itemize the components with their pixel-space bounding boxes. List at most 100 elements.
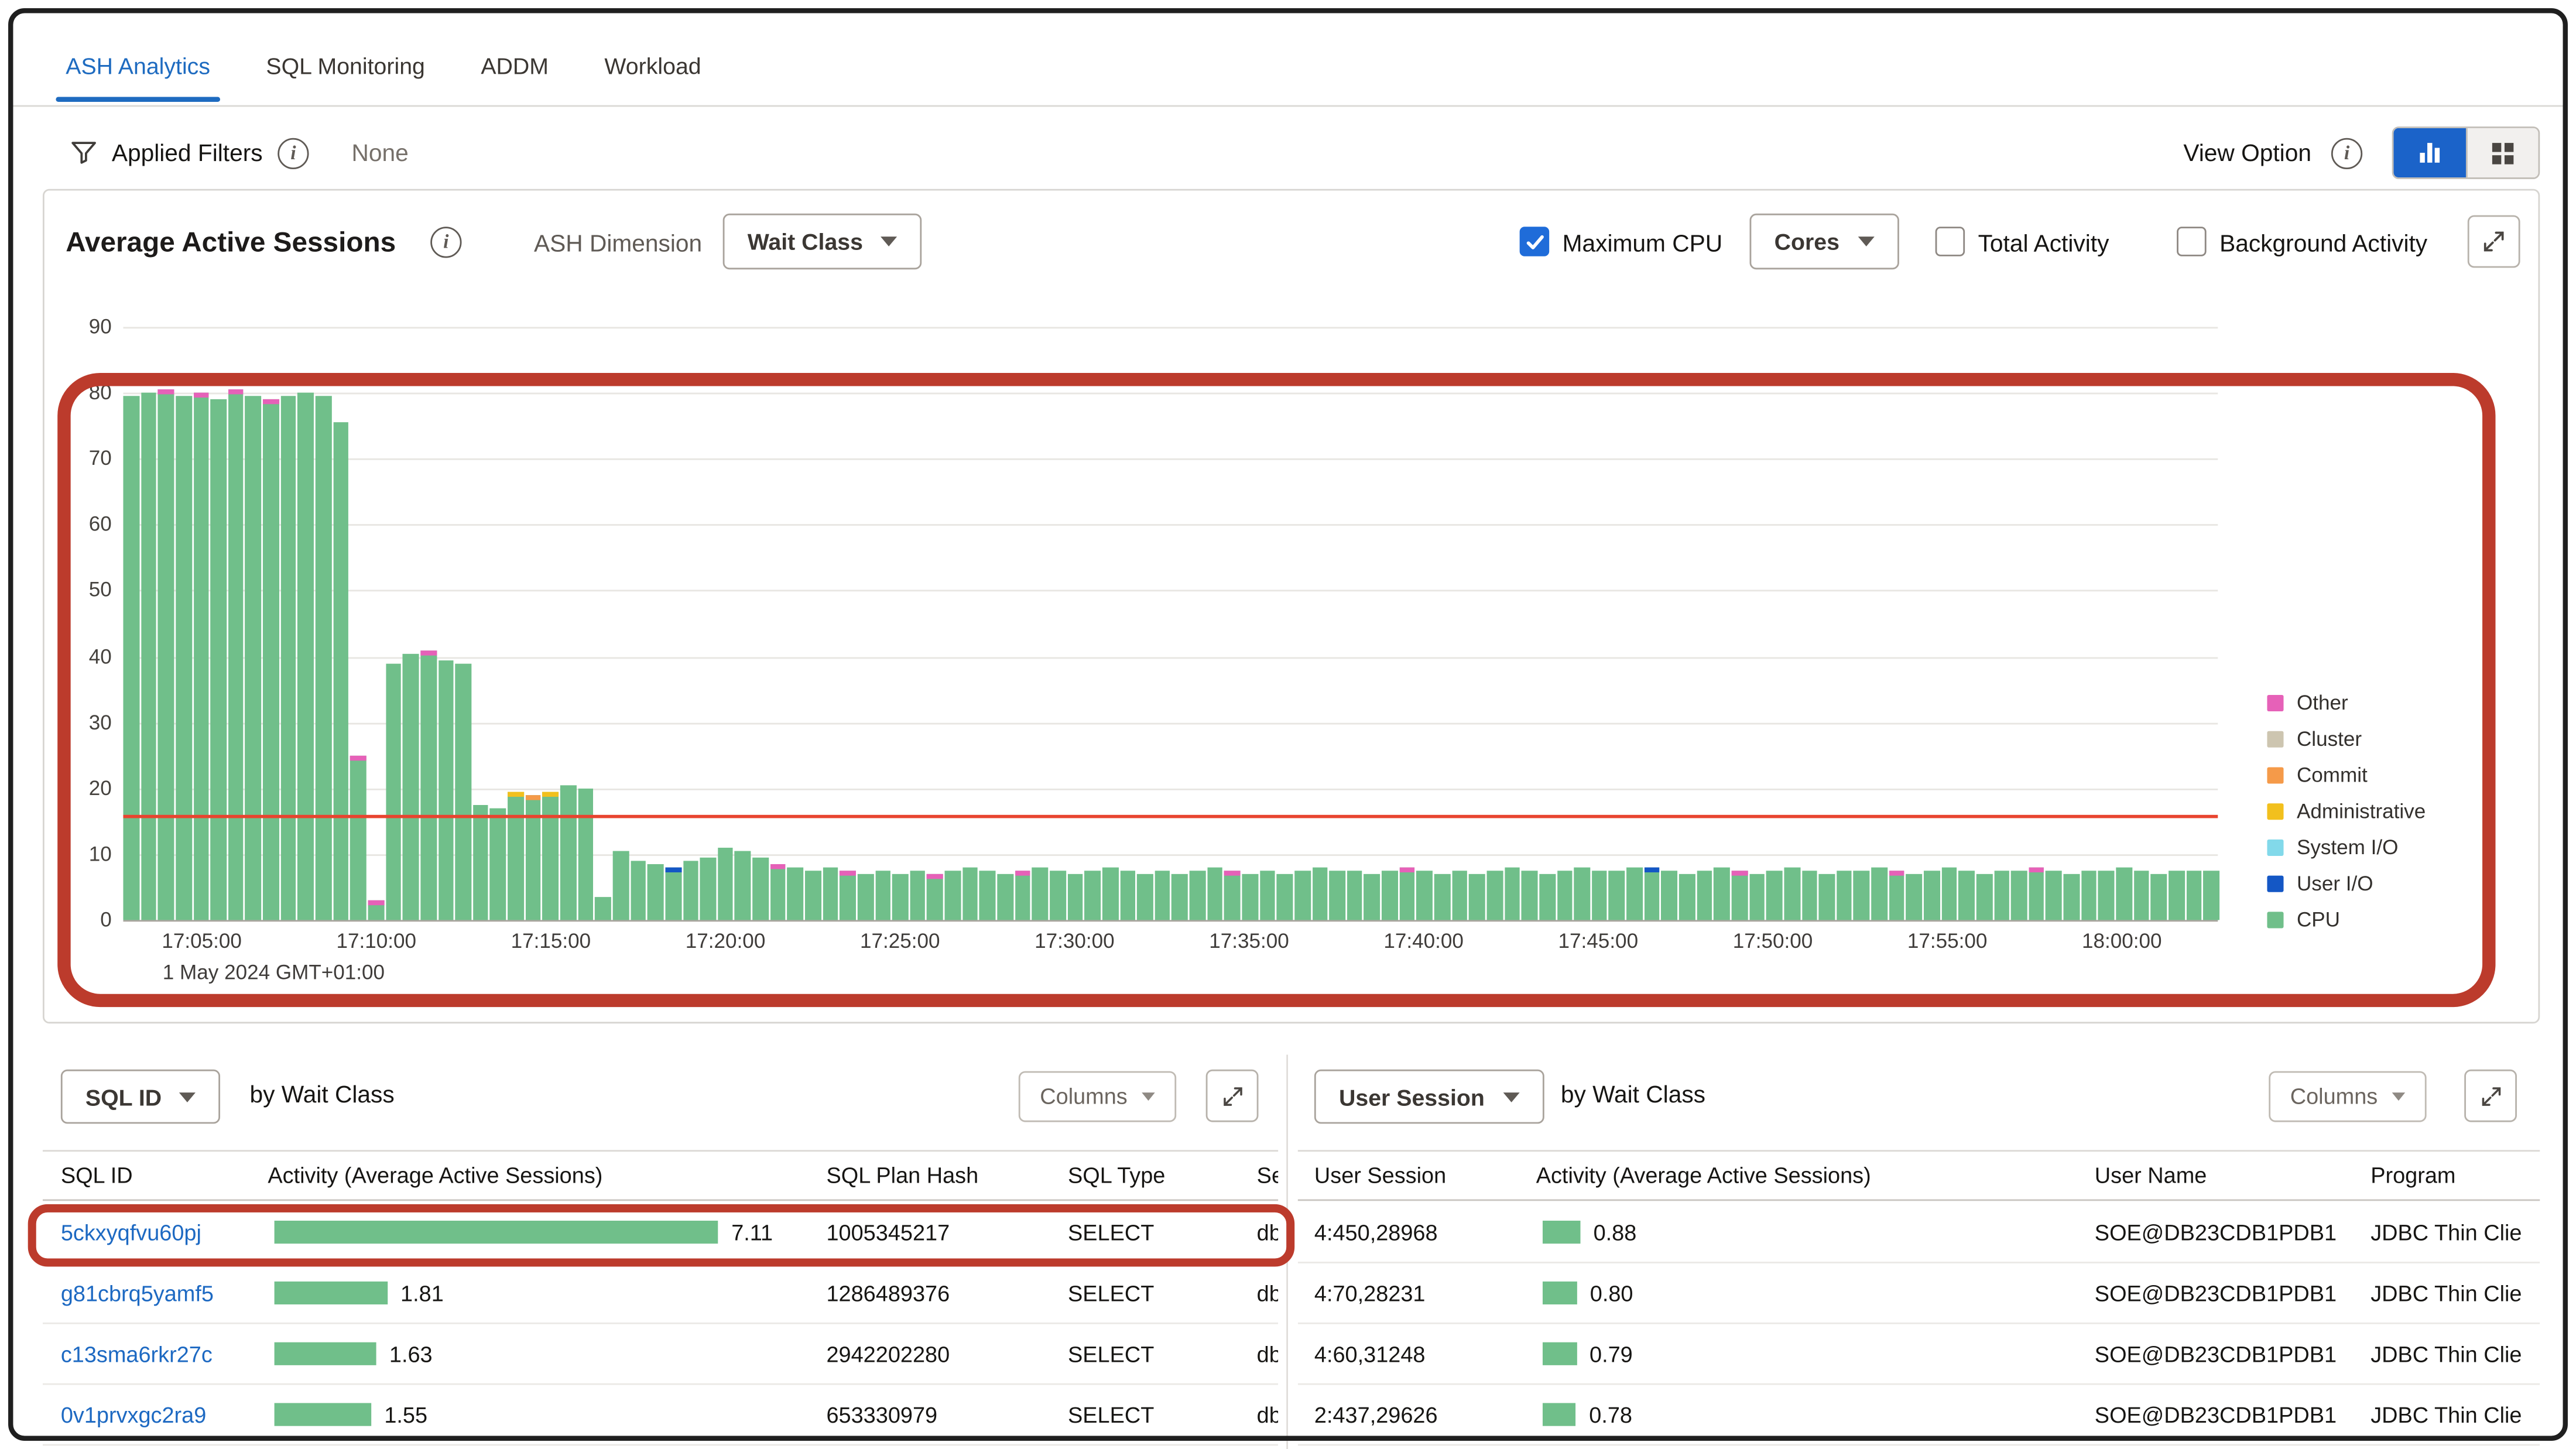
chart-bar[interactable] [665, 867, 681, 920]
chart-bar[interactable] [2099, 871, 2115, 920]
chart-bar[interactable] [752, 858, 768, 920]
chart-bar[interactable] [1032, 867, 1048, 920]
chart-bar[interactable] [683, 861, 698, 920]
chart-bar[interactable] [823, 867, 838, 920]
sql-id-link[interactable]: c13sma6rkr27c [61, 1341, 213, 1366]
chart-bar[interactable] [1294, 871, 1310, 920]
chart-bar[interactable] [1679, 874, 1695, 920]
chart-bar[interactable] [2064, 874, 2080, 920]
chart-bar[interactable] [2186, 871, 2202, 920]
chart-bar[interactable] [368, 900, 383, 920]
chart-bar[interactable] [1050, 871, 1066, 920]
chart-bar[interactable] [1067, 874, 1083, 920]
chart-bar[interactable] [1382, 871, 1397, 920]
chart-bar[interactable] [1959, 871, 1975, 920]
chart-bar[interactable] [1364, 874, 1380, 920]
ash-dimension-dropdown[interactable]: Wait Class [723, 214, 922, 269]
chart-bar[interactable] [1417, 871, 1433, 920]
chart-bar[interactable] [245, 396, 261, 920]
chart-bar[interactable] [280, 396, 296, 920]
background-activity-checkbox[interactable] [2177, 227, 2207, 256]
chart-bar[interactable] [158, 389, 174, 920]
chart-bar[interactable] [718, 848, 734, 920]
chart-bar[interactable] [298, 393, 314, 920]
chart-bar[interactable] [595, 897, 611, 920]
chart-bar[interactable] [2116, 867, 2132, 920]
chart-bar[interactable] [578, 788, 594, 920]
chart-bar[interactable] [455, 663, 471, 920]
chart-bar[interactable] [508, 792, 523, 920]
chart-bar[interactable] [1854, 871, 1869, 920]
cores-dropdown[interactable]: Cores [1750, 214, 1899, 269]
chart-bar[interactable] [1993, 871, 2009, 920]
chart-bar[interactable] [1557, 871, 1573, 920]
total-activity-checkbox[interactable] [1936, 227, 1965, 256]
chart-bar[interactable] [840, 871, 856, 920]
chart-bar[interactable] [211, 399, 227, 920]
chart-bar[interactable] [875, 871, 890, 920]
chart-bar[interactable] [1522, 871, 1537, 920]
tab-sql-monitoring[interactable]: SQL Monitoring [266, 49, 424, 102]
applied-filters-info-icon[interactable]: i [278, 138, 309, 169]
chart-bar[interactable] [1277, 874, 1293, 920]
chart-bar[interactable] [1119, 871, 1135, 920]
chart-bar[interactable] [263, 399, 279, 920]
chart-bar[interactable] [1644, 867, 1660, 920]
session-table-expand-button[interactable] [2464, 1070, 2517, 1122]
chart-bar[interactable] [1399, 867, 1415, 920]
maximum-cpu-checkbox[interactable] [1520, 227, 1550, 256]
chart-bar[interactable] [1539, 874, 1555, 920]
chart-bar[interactable] [1766, 871, 1782, 920]
chart-bar[interactable] [892, 874, 908, 920]
chart-bar[interactable] [525, 795, 541, 920]
chart-bar[interactable] [2011, 871, 2027, 920]
chart-bar[interactable] [193, 393, 209, 920]
chart-bar[interactable] [1259, 871, 1275, 920]
chart-bar[interactable] [1697, 871, 1712, 920]
chart-bar[interactable] [1801, 871, 1817, 920]
chart-bar[interactable] [1609, 871, 1625, 920]
chart-bar[interactable] [2046, 871, 2062, 920]
chart-bar[interactable] [1662, 871, 1677, 920]
chart-bar[interactable] [1941, 867, 1957, 920]
chart-bar[interactable] [910, 871, 926, 920]
chart-bar[interactable] [2029, 867, 2044, 920]
chart-bar[interactable] [770, 864, 786, 920]
chart-bar[interactable] [927, 874, 943, 920]
chart-bar[interactable] [1592, 871, 1608, 920]
chart-bar[interactable] [1347, 871, 1363, 920]
chart-bar[interactable] [805, 871, 821, 920]
chart-bar[interactable] [613, 851, 629, 920]
session-columns-dropdown[interactable]: Columns [2269, 1071, 2427, 1122]
chart-bar[interactable] [2081, 871, 2097, 920]
chart-bar[interactable] [543, 792, 559, 920]
sql-table-expand-button[interactable] [1206, 1070, 1259, 1122]
chart-bar[interactable] [1749, 874, 1765, 920]
sql-id-link[interactable]: g81cbrq5yamf5 [61, 1280, 214, 1305]
chart-bar[interactable] [2151, 874, 2167, 920]
chart-bar[interactable] [787, 867, 803, 920]
chart-bar[interactable] [1504, 867, 1520, 920]
chart-bar[interactable] [473, 804, 489, 920]
view-option-info-icon[interactable]: i [2331, 138, 2362, 169]
chart-bar[interactable] [123, 396, 139, 920]
chart-bar[interactable] [1574, 867, 1590, 920]
chart-bar[interactable] [1190, 871, 1205, 920]
chart-bar[interactable] [403, 653, 419, 920]
chart-bar[interactable] [858, 874, 873, 920]
sql-dimension-dropdown[interactable]: SQL ID [61, 1070, 221, 1124]
chart-bar[interactable] [1714, 867, 1730, 920]
chart-bar[interactable] [630, 861, 646, 920]
sql-id-link[interactable]: 0v1prvxgc2ra9 [61, 1402, 207, 1427]
aas-info-icon[interactable]: i [430, 227, 461, 258]
chart-bar[interactable] [1330, 871, 1345, 920]
chart-bar[interactable] [1434, 874, 1450, 920]
sql-id-link[interactable]: 5ckxyqfvu60pj [61, 1220, 201, 1245]
chart-bar[interactable] [1312, 867, 1328, 920]
chart-bar[interactable] [1015, 871, 1030, 920]
chart-bar[interactable] [1242, 874, 1258, 920]
chart-bar[interactable] [945, 871, 961, 920]
chart-bar[interactable] [351, 755, 366, 920]
chart-bar[interactable] [1626, 867, 1642, 920]
chart-bar[interactable] [2169, 871, 2184, 920]
